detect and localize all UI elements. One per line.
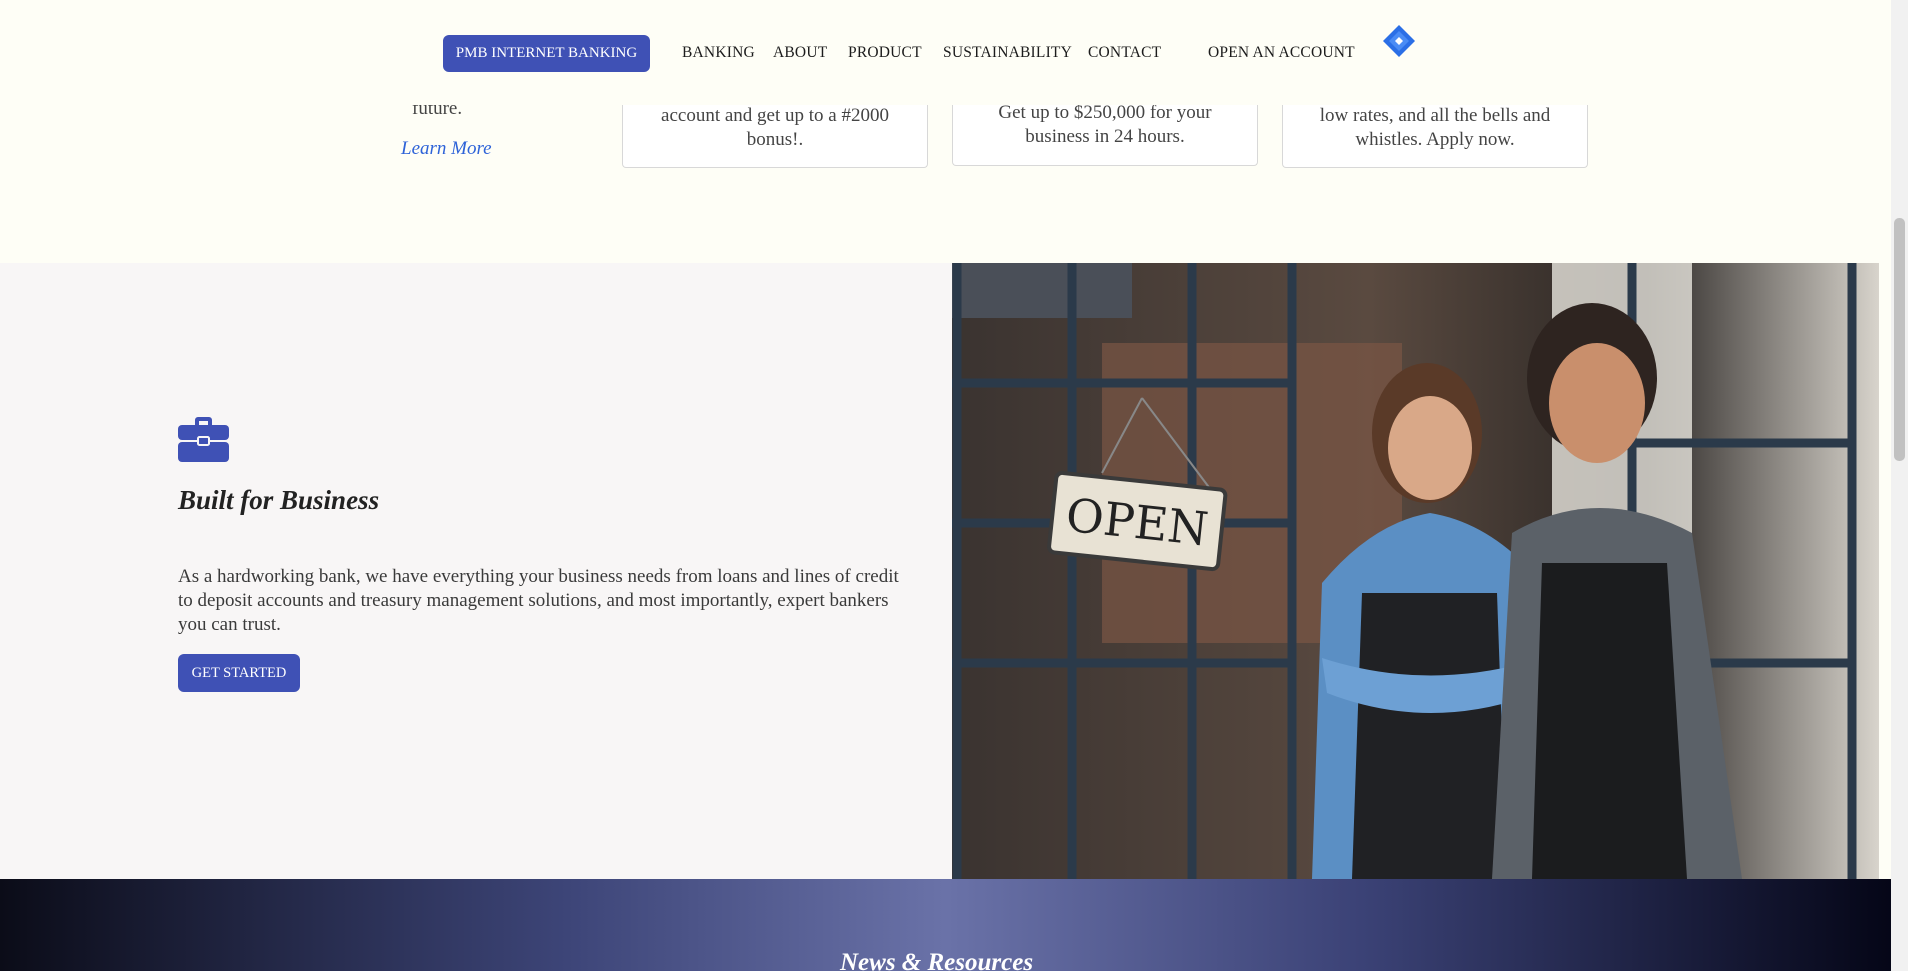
business-owners-photo: OPEN [952, 263, 1879, 879]
nav-about[interactable]: ABOUT [773, 44, 827, 62]
feature-card-text: low rates, and all the bells and whistle… [1319, 105, 1551, 150]
feature-card-text: account and get up to a #2000 bonus!. [661, 105, 889, 150]
business-description: As a hardworking bank, we have everythin… [178, 566, 899, 635]
feature-card-text: Get up to $250,000 for your business in … [998, 102, 1212, 147]
scrollbar-thumb[interactable] [1894, 218, 1905, 461]
news-section: News & Resources [0, 879, 1891, 971]
news-title: News & Resources [840, 949, 1034, 971]
brand-logo-icon[interactable] [1383, 25, 1415, 57]
feature-card-loan[interactable]: Get up to $250,000 for your business in … [952, 96, 1258, 166]
photo-illustration: OPEN [952, 263, 1879, 879]
nav-contact[interactable]: CONTACT [1088, 44, 1161, 62]
nav-product[interactable]: PRODUCT [848, 44, 922, 62]
briefcase-icon [178, 417, 229, 462]
get-started-button[interactable]: GET STARTED [178, 654, 300, 692]
nav-banking[interactable]: BANKING [682, 44, 755, 62]
page-scrollbar[interactable] [1891, 0, 1908, 971]
internet-banking-button[interactable]: PMB INTERNET BANKING [443, 35, 650, 72]
nav-sustainability[interactable]: SUSTAINABILITY [943, 44, 1072, 62]
top-navigation: PMB INTERNET BANKING BANKING ABOUT PRODU… [0, 0, 1891, 105]
business-title: Built for Business [178, 485, 380, 515]
feature-card-bonus[interactable]: account and get up to a #2000 bonus!. [622, 96, 928, 168]
feature-card-rates[interactable]: low rates, and all the bells and whistle… [1282, 96, 1588, 168]
learn-more-link[interactable]: Learn More [401, 138, 492, 160]
open-account-link[interactable]: OPEN AN ACCOUNT [1208, 44, 1355, 62]
